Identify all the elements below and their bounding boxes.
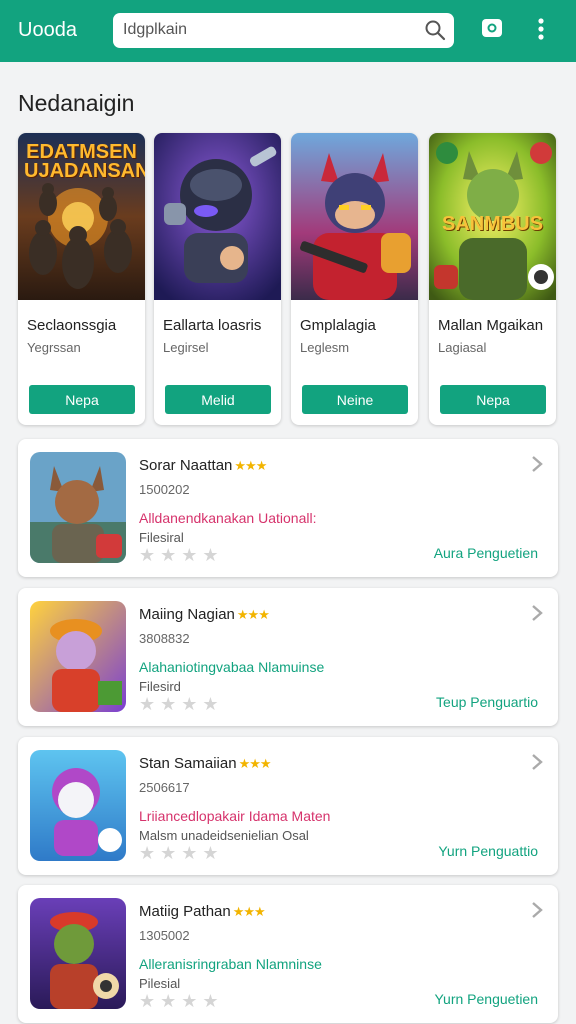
- app-title: Maiing Nagian ★★★: [139, 606, 270, 623]
- rating-stars: ★★★★: [139, 991, 224, 1011]
- search-input[interactable]: Idgplkain: [123, 21, 187, 39]
- card-subtitle: Leglesm: [300, 340, 350, 355]
- game-poster-image[interactable]: [291, 133, 418, 300]
- list-item[interactable]: Sorar Naattan ★★★ 1500202 Alldanendkanaka…: [18, 439, 558, 577]
- download-count: 1500202: [139, 482, 190, 497]
- app-description: Alldanendkanakan Uationall:: [139, 510, 317, 526]
- poster-title: EDATMSEN UJADANSAN: [24, 141, 145, 182]
- app-description: Alleranisringraban Nlamninse: [139, 956, 322, 972]
- list-item[interactable]: Stan Samaiian ★★★ 2506617 Lriiancedlopaka…: [18, 737, 558, 875]
- chevron-right-icon[interactable]: [530, 901, 544, 919]
- app-title: Stan Samaiian ★★★: [139, 755, 272, 772]
- install-button[interactable]: Nepa: [440, 385, 546, 414]
- inline-stars: ★★★: [232, 904, 266, 919]
- search-icon[interactable]: [424, 19, 446, 41]
- app-subtext: Pilesial: [139, 976, 181, 991]
- poster-title: SANMBUS: [441, 213, 544, 235]
- featured-card[interactable]: EDATMSEN UJADANSAN Seclaonssgia Yegrssan…: [18, 133, 145, 425]
- chevron-right-icon[interactable]: [530, 455, 544, 473]
- section-title: Nedanaigin: [18, 90, 135, 116]
- app-logo-text[interactable]: Uooda: [18, 19, 77, 42]
- chevron-right-icon[interactable]: [530, 753, 544, 771]
- card-title: Mallan Mgaikan: [438, 317, 544, 334]
- card-subtitle: Lagiasal: [438, 340, 487, 355]
- inline-stars: ★★★: [238, 756, 272, 771]
- featured-card[interactable]: SANMBUS Mallan Mgaikan Lagiasal Nepa: [429, 133, 556, 425]
- card-title: Seclaonssgia: [27, 317, 117, 334]
- game-icon-image[interactable]: [30, 601, 126, 712]
- game-poster-image[interactable]: [154, 133, 281, 300]
- list-item[interactable]: Maiing Nagian ★★★ 3808832 Alahaniotingvab…: [18, 588, 558, 726]
- camera-icon[interactable]: [481, 17, 503, 39]
- card-subtitle: Yegrssan: [27, 340, 81, 355]
- rating-stars: ★★★★: [139, 545, 224, 565]
- featured-card[interactable]: Gmplalagia Leglesm Neine: [291, 133, 418, 425]
- inline-stars: ★★★: [234, 458, 267, 473]
- install-button[interactable]: Melid: [165, 385, 271, 414]
- card-subtitle: Legirsel: [163, 340, 209, 355]
- chevron-right-icon[interactable]: [530, 604, 544, 622]
- game-icon-image[interactable]: [30, 452, 126, 563]
- search-bar[interactable]: Idgplkain: [113, 13, 454, 48]
- featured-card[interactable]: Eallarta loasris Legirsel Melid: [154, 133, 281, 425]
- install-button[interactable]: Nepa: [29, 385, 135, 414]
- inline-stars: ★★★: [236, 607, 270, 622]
- card-title: Eallarta loasris: [163, 317, 262, 334]
- download-count: 3808832: [139, 631, 190, 646]
- app-bar: Uooda Idgplkain: [0, 0, 576, 62]
- app-description: Lriiancedlopakair Idama Maten: [139, 808, 331, 824]
- app-title: Matiig Pathan ★★★: [139, 903, 266, 920]
- action-link[interactable]: Yurn Penguetien: [434, 991, 538, 1007]
- app-description: Alahaniotingvabaa Nlamuinse: [139, 659, 325, 675]
- app-title: Sorar Naattan ★★★: [139, 457, 267, 474]
- action-link[interactable]: Teup Penguartio: [436, 694, 538, 710]
- app-subtext: Filesird: [139, 679, 181, 694]
- app-subtext: Filesiral: [139, 530, 184, 545]
- rating-stars: ★★★★: [139, 694, 224, 714]
- game-icon-image[interactable]: [30, 898, 126, 1009]
- action-link[interactable]: Aura Penguetien: [434, 545, 538, 561]
- app-subtext: Malsm unadeidsenielian Osal: [139, 828, 309, 843]
- rating-stars: ★★★★: [139, 843, 224, 863]
- download-count: 1305002: [139, 928, 190, 943]
- card-title: Gmplalagia: [300, 317, 376, 334]
- game-poster-image[interactable]: EDATMSEN UJADANSAN: [18, 133, 145, 300]
- download-count: 2506617: [139, 780, 190, 795]
- game-poster-image[interactable]: SANMBUS: [429, 133, 556, 300]
- more-vert-icon[interactable]: [531, 17, 551, 41]
- action-link[interactable]: Yurn Penguattio: [438, 843, 538, 859]
- game-icon-image[interactable]: [30, 750, 126, 861]
- list-item[interactable]: Matiig Pathan ★★★ 1305002 Alleranisringra…: [18, 885, 558, 1023]
- install-button[interactable]: Neine: [302, 385, 408, 414]
